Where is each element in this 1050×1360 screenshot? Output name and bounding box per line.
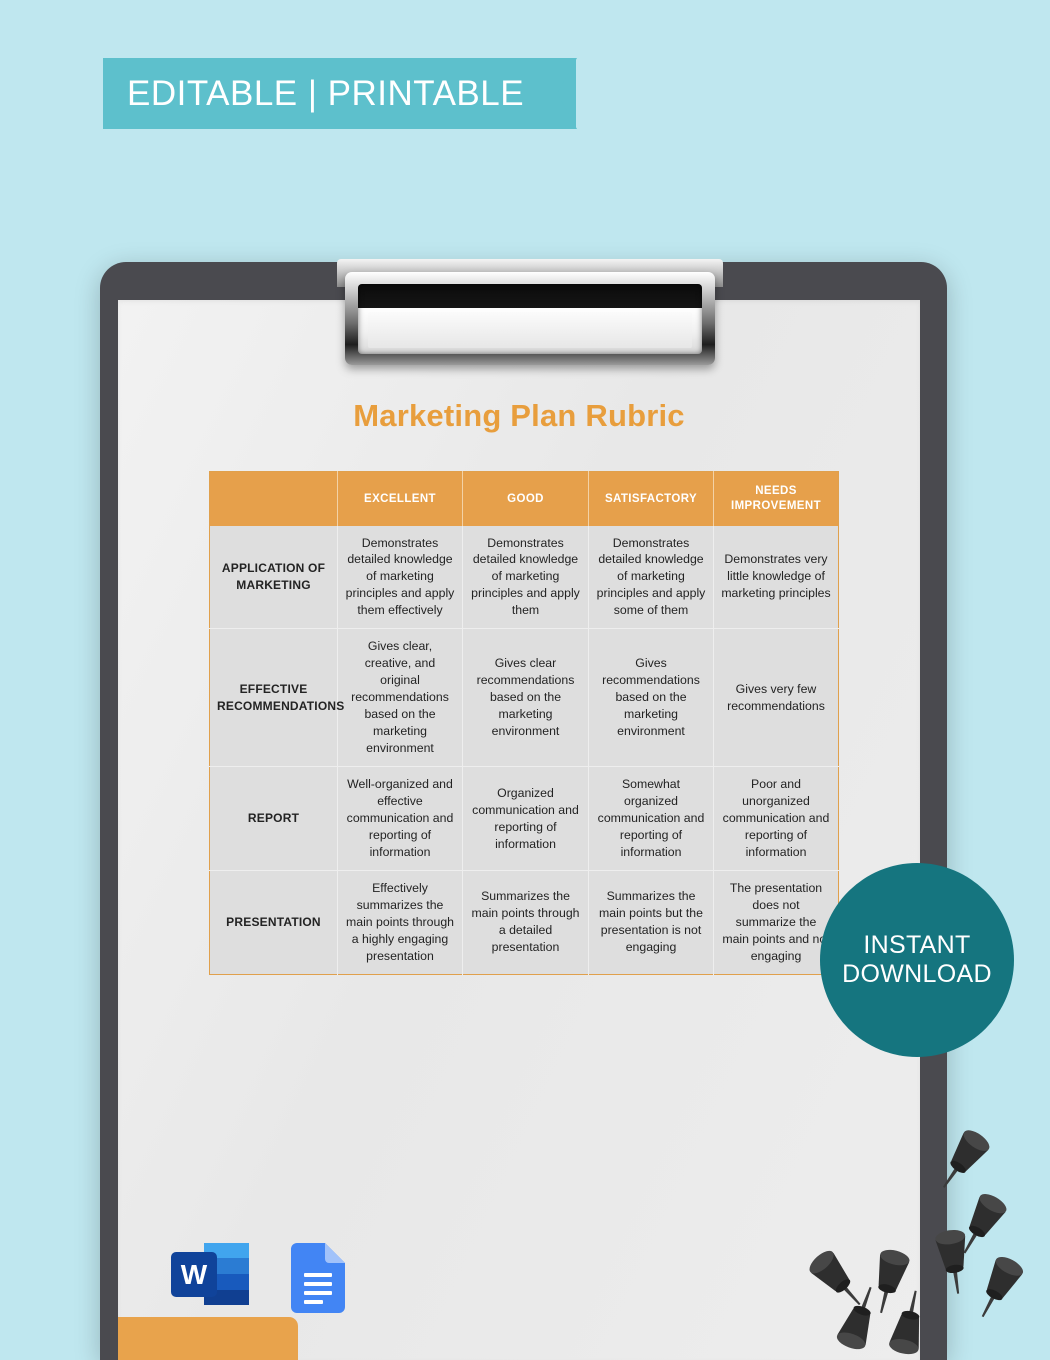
- instant-download-badge[interactable]: INSTANT DOWNLOAD: [820, 863, 1014, 1057]
- table-header-row: EXCELLENT GOOD SATISFACTORY NEEDS IMPROV…: [209, 471, 839, 526]
- criterion-label: PRESENTATION: [209, 870, 338, 975]
- cell-good: Summarizes the main points through a det…: [462, 870, 589, 975]
- table-header-satisfactory: SATISFACTORY: [588, 471, 714, 526]
- cell-good: Demonstrates detailed knowledge of marke…: [462, 525, 589, 630]
- cell-satisfactory: Demonstrates detailed knowledge of marke…: [588, 525, 714, 630]
- criterion-label: REPORT: [209, 766, 338, 871]
- table-header-excellent: EXCELLENT: [337, 471, 463, 526]
- cell-needs-improvement: Poor and unorganized communication and r…: [713, 766, 839, 871]
- orange-accent-bar: [118, 1317, 298, 1360]
- table-header-corner: [209, 471, 338, 526]
- cell-excellent: Well-organized and effective communicati…: [337, 766, 463, 871]
- rubric-table: EXCELLENT GOOD SATISFACTORY NEEDS IMPROV…: [209, 471, 839, 975]
- cell-excellent: Demonstrates detailed knowledge of marke…: [337, 525, 463, 630]
- criterion-label: APPLICATION OF MARKETING: [209, 525, 338, 630]
- cell-good: Organized communication and reporting of…: [462, 766, 589, 871]
- cell-satisfactory: Somewhat organized communication and rep…: [588, 766, 714, 871]
- table-header-good: GOOD: [462, 471, 589, 526]
- table-header-needs-improvement: NEEDS IMPROVEMENT: [713, 471, 839, 526]
- google-docs-icon[interactable]: [291, 1243, 345, 1313]
- cell-satisfactory: Summarizes the main points but the prese…: [588, 870, 714, 975]
- pushpin-icon: [889, 1290, 920, 1355]
- pushpin-icon: [935, 1229, 966, 1294]
- cell-excellent: Effectively summarizes the main points t…: [337, 870, 463, 975]
- svg-text:W: W: [181, 1259, 208, 1290]
- badge-line-2: DOWNLOAD: [842, 960, 992, 988]
- badge-line-1: INSTANT: [863, 930, 971, 959]
- page-title: Marketing Plan Rubric: [353, 398, 685, 433]
- table-row: PRESENTATION Effectively summarizes the …: [209, 870, 839, 975]
- table-row: REPORT Well-organized and effective comm…: [209, 766, 839, 871]
- clipboard-clip-hole: [368, 312, 692, 348]
- cell-good: Gives clear recommendations based on the…: [462, 628, 589, 768]
- cell-needs-improvement: Demonstrates very little knowledge of ma…: [713, 525, 839, 630]
- table-row: APPLICATION OF MARKETING Demonstrates de…: [209, 525, 839, 630]
- ribbon-label: EDITABLE | PRINTABLE: [127, 74, 525, 113]
- word-icon[interactable]: W: [171, 1243, 249, 1305]
- cell-excellent: Gives clear, creative, and original reco…: [337, 628, 463, 768]
- table-row: EFFECTIVE RECOMMENDATIONS Gives clear, c…: [209, 628, 839, 768]
- cell-needs-improvement: Gives very few recommendations: [713, 628, 839, 768]
- cell-satisfactory: Gives recommendations based on the marke…: [588, 628, 714, 768]
- poster-canvas: EDITABLE | PRINTABLE Marketing Plan Rubr…: [0, 0, 1050, 1360]
- criterion-label: EFFECTIVE RECOMMENDATIONS: [209, 628, 344, 768]
